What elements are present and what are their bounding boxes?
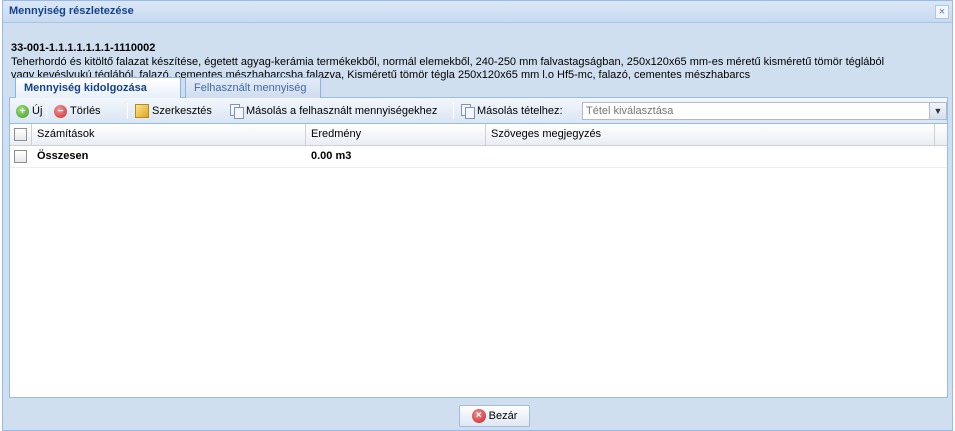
row-calculation: Összesen	[37, 150, 89, 162]
copy-to-item-label: Másolás tételhez:	[477, 105, 563, 117]
delete-button-label: Törlés	[70, 105, 101, 117]
chevron-down-icon[interactable]: ▼	[929, 103, 946, 119]
tab-panel: Mennyiség kidolgozása Felhasznált mennyi…	[9, 77, 948, 398]
item-description-line-1: Teherhordó és kitöltő falazat készítése,…	[11, 56, 885, 68]
tab-used-quantity[interactable]: Felhasznált mennyiség	[185, 77, 321, 99]
toolbar-separator	[127, 103, 128, 119]
edit-button-label: Szerkesztés	[152, 105, 212, 117]
tab-quantity-breakdown[interactable]: Mennyiség kidolgozása	[15, 77, 181, 100]
column-header-calculations[interactable]: Számítások	[32, 124, 306, 146]
window-title: Mennyiség részletezése	[9, 5, 134, 17]
close-circle-icon: ×	[471, 409, 486, 423]
row-checkbox[interactable]	[14, 150, 27, 163]
close-icon[interactable]: ×	[935, 5, 949, 19]
row-result: 0.00 m3	[311, 150, 352, 162]
copy-to-used-quantities-button[interactable]: Másolás a felhasznált mennyiségekhez	[228, 102, 439, 120]
delete-icon: −	[54, 104, 67, 118]
table-row[interactable]: Összesen 0.00 m3	[10, 146, 947, 168]
edit-button[interactable]: Szerkesztés	[133, 102, 214, 120]
grid-header: Számítások Eredmény Szöveges megjegyzés	[10, 124, 947, 146]
new-button-label: Új	[32, 105, 43, 117]
close-button[interactable]: × Bezár	[459, 405, 530, 427]
select-all-checkbox[interactable]	[14, 128, 27, 141]
close-button-label: Bezár	[488, 410, 518, 422]
header-select-cell	[10, 124, 32, 146]
copy-icon	[461, 104, 475, 119]
column-header-note[interactable]: Szöveges megjegyzés	[486, 124, 935, 146]
copy-icon	[230, 104, 244, 119]
quantity-details-window: Mennyiség részletezése × 33-001-1.1.1.1.…	[2, 0, 953, 431]
toolbar-separator	[46, 103, 47, 119]
window-titlebar[interactable]: Mennyiség részletezése ×	[3, 1, 952, 23]
add-icon: +	[16, 104, 29, 118]
item-select-combo[interactable]: ▼	[582, 102, 947, 120]
copy-to-item-button[interactable]: Másolás tételhez:	[459, 102, 565, 120]
new-button[interactable]: + Új	[14, 102, 44, 120]
column-header-result[interactable]: Eredmény	[306, 124, 486, 146]
item-header: 33-001-1.1.1.1.1.1.1-1110002 Teherhordó …	[7, 28, 948, 81]
toolbar-separator	[453, 103, 454, 119]
item-code: 33-001-1.1.1.1.1.1.1-1110002	[11, 42, 156, 54]
edit-icon	[135, 104, 149, 118]
item-select-input[interactable]	[583, 103, 929, 119]
row-note	[486, 146, 935, 168]
grid-toolbar: + Új − Törlés Szerkesztés Másolás a felh…	[10, 98, 947, 124]
tab-strip: Mennyiség kidolgozása Felhasznált mennyi…	[9, 77, 948, 100]
delete-button[interactable]: − Törlés	[52, 102, 103, 120]
copy-to-used-label: Másolás a felhasznált mennyiségekhez	[246, 105, 438, 117]
